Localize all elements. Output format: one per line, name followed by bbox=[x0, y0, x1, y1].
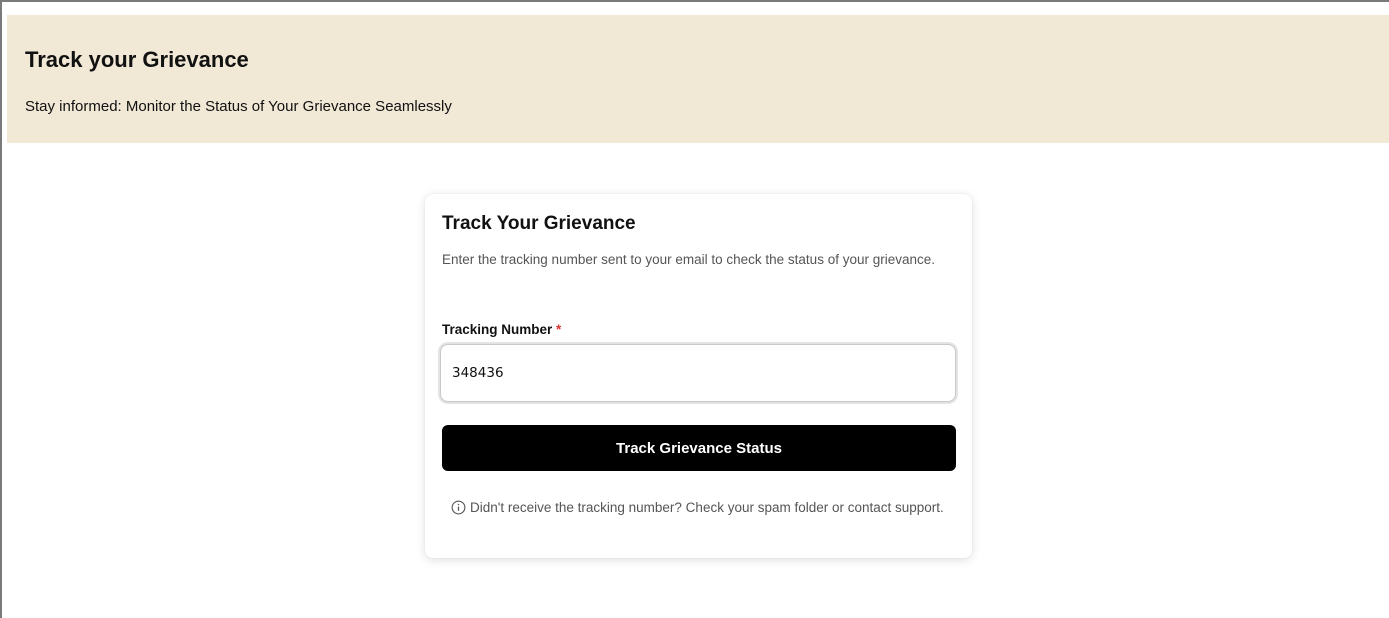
required-asterisk: * bbox=[556, 322, 562, 337]
page-title: Track your Grievance bbox=[25, 47, 249, 72]
card-title: Track Your Grievance bbox=[442, 213, 636, 234]
info-circle-icon bbox=[451, 500, 466, 515]
card-description: Enter the tracking number sent to your e… bbox=[442, 252, 936, 267]
page-subtitle: Stay informed: Monitor the Status of You… bbox=[25, 98, 452, 115]
tracking-number-label-text: Tracking Number bbox=[442, 322, 553, 337]
tracking-number-input[interactable] bbox=[442, 346, 952, 400]
help-note-text: Didn't receive the tracking number? Chec… bbox=[470, 500, 944, 515]
help-note: Didn't receive the tracking number? Chec… bbox=[442, 497, 957, 518]
tracking-number-label: Tracking Number * bbox=[442, 322, 561, 337]
track-grievance-card: Track Your Grievance Enter the tracking … bbox=[425, 194, 972, 558]
page-header-banner: Track your Grievance Stay informed: Moni… bbox=[7, 15, 1389, 143]
tracking-number-input-wrapper bbox=[440, 344, 956, 402]
track-grievance-status-button[interactable]: Track Grievance Status bbox=[442, 425, 956, 471]
